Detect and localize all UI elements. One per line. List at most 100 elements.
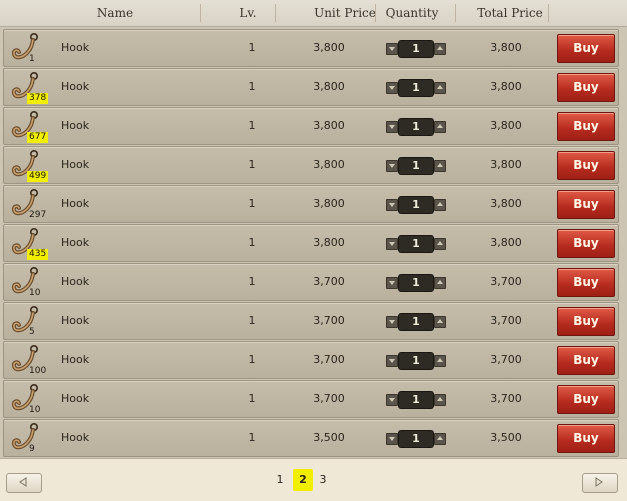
hook-icon bbox=[11, 305, 38, 333]
unit-price: 3,500 bbox=[313, 431, 345, 444]
quantity-stepper: 1 bbox=[384, 274, 446, 292]
page-link-2-current[interactable]: 2 bbox=[293, 469, 313, 491]
quantity-field[interactable]: 1 bbox=[398, 313, 434, 331]
buy-button[interactable]: Buy bbox=[557, 229, 615, 258]
arrow-down-icon[interactable] bbox=[386, 82, 398, 94]
total-price: 3,800 bbox=[490, 236, 522, 249]
table-row: 1 Hook 1 3,800 1 3,800 Buy bbox=[3, 29, 619, 67]
table-row: 435 Hook 1 3,800 1 3,800 Buy bbox=[3, 224, 619, 262]
prev-page-button[interactable] bbox=[6, 473, 42, 493]
arrow-up-icon[interactable] bbox=[434, 433, 446, 445]
column-header-unit-price: Unit Price bbox=[314, 6, 376, 20]
quantity-field[interactable]: 1 bbox=[398, 235, 434, 253]
arrow-down-icon[interactable] bbox=[386, 316, 398, 328]
item-name: Hook bbox=[61, 197, 90, 210]
item-icon-slot[interactable]: 5 bbox=[9, 304, 43, 338]
buy-button[interactable]: Buy bbox=[557, 424, 615, 453]
unit-price: 3,700 bbox=[313, 314, 345, 327]
arrow-up-icon[interactable] bbox=[434, 394, 446, 406]
total-price: 3,500 bbox=[490, 431, 522, 444]
item-icon-slot[interactable]: 297 bbox=[9, 187, 46, 221]
buy-button[interactable]: Buy bbox=[557, 190, 615, 219]
item-icon-slot[interactable]: 499 bbox=[9, 148, 49, 182]
arrow-down-icon[interactable] bbox=[386, 199, 398, 211]
table-row: 378 Hook 1 3,800 1 3,800 Buy bbox=[3, 68, 619, 106]
item-name: Hook bbox=[61, 80, 90, 93]
arrow-down-icon[interactable] bbox=[386, 433, 398, 445]
item-stack-count: 10 bbox=[29, 288, 41, 298]
buy-button[interactable]: Buy bbox=[557, 346, 615, 375]
quantity-stepper: 1 bbox=[384, 430, 446, 448]
arrow-up-icon[interactable] bbox=[434, 82, 446, 94]
arrow-down-icon[interactable] bbox=[386, 160, 398, 172]
total-price: 3,700 bbox=[490, 392, 522, 405]
arrow-down-icon[interactable] bbox=[386, 43, 398, 55]
item-icon-slot[interactable]: 677 bbox=[9, 109, 49, 143]
item-level: 1 bbox=[248, 236, 256, 249]
item-icon-slot[interactable]: 100 bbox=[9, 343, 46, 377]
arrow-up-icon[interactable] bbox=[434, 277, 446, 289]
item-level: 1 bbox=[248, 80, 256, 93]
quantity-field[interactable]: 1 bbox=[398, 274, 434, 292]
arrow-down-icon[interactable] bbox=[386, 355, 398, 367]
arrow-up-icon[interactable] bbox=[434, 121, 446, 133]
arrow-down-icon[interactable] bbox=[386, 394, 398, 406]
unit-price: 3,800 bbox=[313, 119, 345, 132]
table-row: 499 Hook 1 3,800 1 3,800 Buy bbox=[3, 146, 619, 184]
quantity-field[interactable]: 1 bbox=[398, 40, 434, 58]
arrow-down-icon[interactable] bbox=[386, 121, 398, 133]
item-icon-slot[interactable]: 378 bbox=[9, 70, 49, 104]
header-divider bbox=[200, 4, 201, 22]
arrow-up-icon[interactable] bbox=[434, 316, 446, 328]
quantity-stepper: 1 bbox=[384, 313, 446, 331]
item-name: Hook bbox=[61, 236, 90, 249]
page-link-3[interactable]: 3 bbox=[313, 469, 333, 491]
arrow-up-icon[interactable] bbox=[434, 43, 446, 55]
item-icon-slot[interactable]: 1 bbox=[9, 31, 43, 65]
buy-button[interactable]: Buy bbox=[557, 385, 615, 414]
item-level: 1 bbox=[248, 314, 256, 327]
item-icon-slot[interactable]: 435 bbox=[9, 226, 49, 260]
total-price: 3,800 bbox=[490, 80, 522, 93]
item-name: Hook bbox=[61, 158, 90, 171]
arrow-down-icon[interactable] bbox=[386, 277, 398, 289]
arrow-up-icon[interactable] bbox=[434, 355, 446, 367]
item-icon-slot[interactable]: 10 bbox=[9, 265, 43, 299]
buy-button[interactable]: Buy bbox=[557, 307, 615, 336]
item-icon-slot[interactable]: 9 bbox=[9, 421, 43, 455]
quantity-field[interactable]: 1 bbox=[398, 118, 434, 136]
item-level: 1 bbox=[248, 119, 256, 132]
arrow-up-icon[interactable] bbox=[434, 160, 446, 172]
item-icon-slot[interactable]: 10 bbox=[9, 382, 43, 416]
buy-button[interactable]: Buy bbox=[557, 112, 615, 141]
quantity-stepper: 1 bbox=[384, 391, 446, 409]
arrow-up-icon[interactable] bbox=[434, 199, 446, 211]
buy-button[interactable]: Buy bbox=[557, 34, 615, 63]
item-stack-count: 499 bbox=[27, 171, 49, 182]
quantity-field[interactable]: 1 bbox=[398, 79, 434, 97]
unit-price: 3,800 bbox=[313, 158, 345, 171]
table-header: Name Lv. Unit Price Quantity Total Price bbox=[0, 0, 627, 27]
next-page-button[interactable] bbox=[582, 473, 618, 493]
quantity-field[interactable]: 1 bbox=[398, 196, 434, 214]
unit-price: 3,800 bbox=[313, 197, 345, 210]
buy-button[interactable]: Buy bbox=[557, 151, 615, 180]
column-header-name: Name bbox=[96, 6, 134, 20]
total-price: 3,800 bbox=[490, 197, 522, 210]
quantity-field[interactable]: 1 bbox=[398, 391, 434, 409]
total-price: 3,800 bbox=[490, 119, 522, 132]
arrow-right-icon bbox=[595, 477, 603, 487]
quantity-field[interactable]: 1 bbox=[398, 157, 434, 175]
unit-price: 3,700 bbox=[313, 353, 345, 366]
quantity-field[interactable]: 1 bbox=[398, 352, 434, 370]
buy-button[interactable]: Buy bbox=[557, 268, 615, 297]
item-name: Hook bbox=[61, 314, 90, 327]
quantity-field[interactable]: 1 bbox=[398, 430, 434, 448]
buy-button[interactable]: Buy bbox=[557, 73, 615, 102]
unit-price: 3,700 bbox=[313, 392, 345, 405]
table-row: 5 Hook 1 3,700 1 3,700 Buy bbox=[3, 302, 619, 340]
arrow-up-icon[interactable] bbox=[434, 238, 446, 250]
header-divider bbox=[455, 4, 456, 22]
arrow-down-icon[interactable] bbox=[386, 238, 398, 250]
page-link-1[interactable]: 1 bbox=[270, 469, 290, 491]
